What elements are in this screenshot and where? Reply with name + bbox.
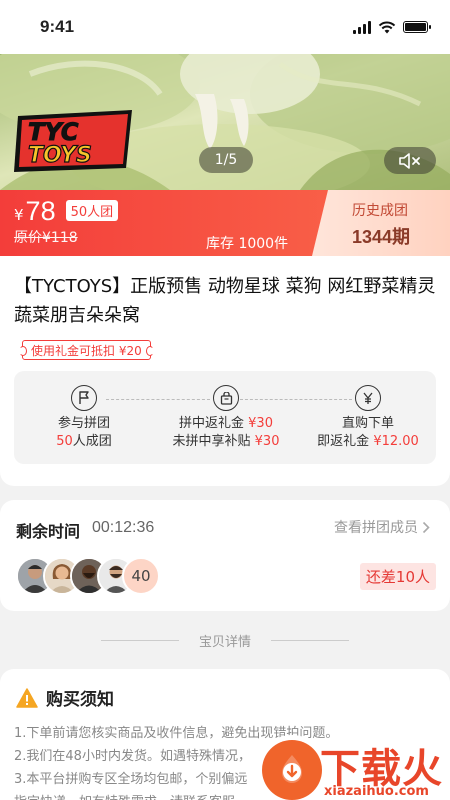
step-direct-buy: 直购下单 即返礼金 ¥12.00 — [298, 385, 438, 451]
remaining-time-label: 剩余时间 — [16, 522, 81, 541]
product-image-carousel[interactable]: TYC TOYS 1/5 — [0, 54, 450, 190]
step-win-line1: 拼中返礼金 ¥30 — [179, 416, 273, 431]
group-price: 78 — [25, 196, 56, 226]
divider-line — [100, 639, 179, 641]
currency-symbol: ¥ — [14, 206, 24, 224]
warning-icon — [16, 687, 38, 708]
speaker-mute-icon — [399, 152, 420, 169]
signal-icon — [353, 20, 371, 34]
mute-button[interactable] — [384, 147, 436, 174]
step-direct-line2: 即返礼金 ¥12.00 — [317, 434, 419, 449]
notice-heading: 购买须知 — [16, 685, 114, 710]
gift-icon — [213, 385, 239, 411]
stock-count: 库存 1000件 — [206, 236, 289, 252]
watermark-domain: xiazaihuo.com — [324, 784, 429, 799]
coupon-tag[interactable]: 使用礼金可抵扣 ¥20 — [19, 340, 154, 360]
flag-icon — [71, 385, 97, 411]
history-groups-value: 1344期 — [352, 227, 411, 247]
member-count-bubble: 40 — [122, 557, 160, 595]
step-win-line2: 未拼中享补贴 ¥30 — [172, 434, 280, 449]
battery-icon — [403, 21, 431, 33]
yen-icon — [355, 385, 381, 411]
group-status-card: 剩余时间 00:12:36 查看拼团成员 40 还差10人 — [0, 500, 450, 611]
step-direct-line1: 直购下单 — [341, 416, 394, 431]
status-bar: 9:41 — [0, 0, 450, 54]
image-page-indicator: 1/5 — [199, 147, 253, 173]
site-watermark: 下载火 xiazaihuo.com — [262, 736, 450, 800]
detail-section-label: 宝贝详情 — [198, 634, 251, 650]
members-needed-badge: 还差10人 — [359, 563, 436, 590]
divider-line — [271, 639, 349, 641]
group-size-badge: 50人团 — [65, 200, 119, 221]
history-groups-panel: 历史成团 1344期 — [312, 190, 450, 256]
notice-title: 购买须知 — [46, 690, 114, 710]
svg-text:TYC: TYC — [28, 118, 79, 146]
wifi-icon — [378, 21, 396, 33]
status-icons — [353, 20, 431, 34]
price-bar: ¥ 78 50人团 原价¥118 库存 1000件 历史成团 1344期 — [0, 190, 450, 256]
group-buy-steps: 参与拼团 50人成团 拼中返礼金 ¥30 未拼中享补贴 ¥30 直购下单 即返礼… — [14, 371, 436, 464]
chevron-right-icon — [422, 521, 430, 533]
download-icon — [262, 740, 322, 800]
step-win-rebate: 拼中返礼金 ¥30 未拼中享补贴 ¥30 — [156, 385, 296, 451]
status-time: 9:41 — [40, 17, 75, 36]
original-price: 原价¥118 — [14, 230, 78, 246]
step-join-line2: 50人成团 — [56, 434, 112, 449]
svg-text:TOYS: TOYS — [28, 143, 92, 168]
step-join-line1: 参与拼团 — [57, 416, 110, 431]
tyctoys-logo: TYC TOYS — [14, 110, 132, 172]
view-group-members-link[interactable]: 查看拼团成员 — [334, 517, 430, 537]
price-block: ¥ 78 50人团 原价¥118 — [14, 196, 119, 247]
product-title: 【TYCTOYS】正版预售 动物星球 菜狗 网红野菜精灵蔬菜朋吉朵朵窝 — [14, 276, 436, 326]
detail-section-divider: 宝贝详情 — [0, 630, 450, 650]
countdown-timer: 00:12:36 — [92, 519, 155, 536]
product-info-card: 【TYCTOYS】正版预售 动物星球 菜狗 网红野菜精灵蔬菜朋吉朵朵窝 使用礼金… — [0, 256, 450, 486]
view-members-label: 查看拼团成员 — [334, 520, 418, 536]
history-groups-label: 历史成团 — [352, 203, 408, 219]
step-join-group: 参与拼团 50人成团 — [14, 385, 154, 451]
